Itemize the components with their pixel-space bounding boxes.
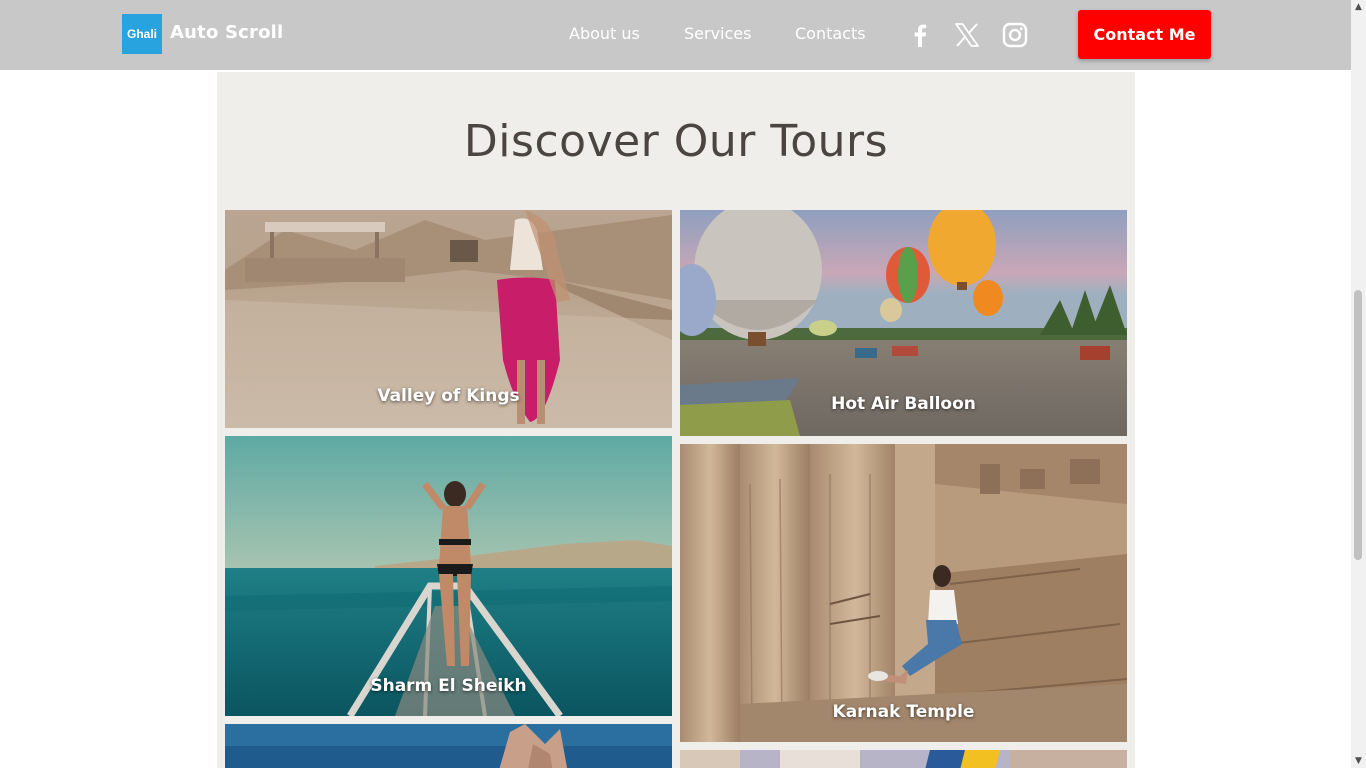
tour-label: Hot Air Balloon bbox=[831, 394, 976, 414]
facebook-icon[interactable] bbox=[904, 19, 936, 51]
scrollbar-thumb[interactable] bbox=[1354, 290, 1362, 560]
navbar: Ghali Auto Scroll About us Services Cont… bbox=[0, 0, 1351, 70]
nav-link-services[interactable]: Services bbox=[684, 24, 751, 43]
logo[interactable]: Ghali bbox=[122, 14, 162, 54]
tour-card-karnak-temple[interactable]: Karnak Temple bbox=[680, 444, 1127, 742]
tours-section: Discover Our Tours Valley of Kings Hot A… bbox=[217, 72, 1135, 768]
tour-label: Valley of Kings bbox=[377, 386, 520, 406]
tour-card-partial-right[interactable] bbox=[680, 750, 1127, 768]
section-title: Discover Our Tours bbox=[463, 116, 889, 167]
contact-me-button[interactable]: Contact Me bbox=[1078, 10, 1211, 59]
tour-label: Karnak Temple bbox=[832, 702, 975, 722]
tour-card-hot-air-balloon[interactable]: Hot Air Balloon bbox=[680, 210, 1127, 436]
karnak-temple-image bbox=[680, 444, 1127, 742]
scroll-down-icon[interactable]: ▼ bbox=[1351, 754, 1366, 768]
x-icon[interactable] bbox=[951, 19, 983, 51]
brand-name[interactable]: Auto Scroll bbox=[170, 22, 283, 43]
nav-link-contacts[interactable]: Contacts bbox=[795, 24, 866, 43]
nav-link-about[interactable]: About us bbox=[569, 24, 640, 43]
scroll-up-icon[interactable]: ▲ bbox=[1351, 0, 1366, 14]
tour-label: Sharm El Sheikh bbox=[370, 676, 527, 696]
sharm-el-sheikh-image bbox=[225, 436, 672, 716]
tour-card-partial-left[interactable] bbox=[225, 724, 672, 768]
tour-card-valley-of-kings[interactable]: Valley of Kings bbox=[225, 210, 672, 428]
tour-image-partial-right bbox=[680, 750, 1127, 768]
tour-card-sharm-el-sheikh[interactable]: Sharm El Sheikh bbox=[225, 436, 672, 716]
tour-image-partial-left bbox=[225, 724, 672, 768]
instagram-icon[interactable] bbox=[999, 19, 1031, 51]
